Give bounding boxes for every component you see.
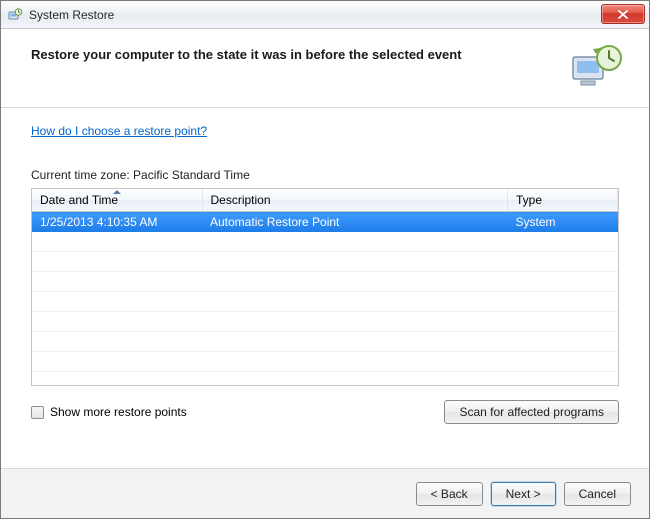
col-header-type[interactable]: Type: [508, 189, 618, 212]
restore-points-table: Date and Time Description Type 1/25/2013…: [31, 188, 619, 386]
scan-button[interactable]: Scan for affected programs: [444, 400, 619, 424]
table-row: [32, 332, 618, 352]
cell-datetime: 1/25/2013 4:10:35 AM: [32, 212, 202, 232]
cell-description: Automatic Restore Point: [202, 212, 508, 232]
col-header-datetime[interactable]: Date and Time: [32, 189, 202, 212]
table-row[interactable]: 1/25/2013 4:10:35 AM Automatic Restore P…: [32, 212, 618, 232]
show-more-checkbox[interactable]: Show more restore points: [31, 405, 187, 419]
cancel-button[interactable]: Cancel: [564, 482, 631, 506]
close-icon: [618, 10, 628, 19]
table-row: [32, 292, 618, 312]
footer-buttons: < Back Next > Cancel: [1, 468, 649, 518]
checkbox-icon: [31, 406, 44, 419]
cell-type: System: [508, 212, 618, 232]
titlebar: System Restore: [1, 1, 649, 29]
close-button[interactable]: [601, 4, 645, 24]
restore-illustration-icon: [569, 43, 625, 91]
window-title: System Restore: [29, 8, 114, 22]
header-area: Restore your computer to the state it wa…: [1, 29, 649, 108]
col-header-description[interactable]: Description: [202, 189, 508, 212]
next-button[interactable]: Next >: [491, 482, 556, 506]
show-more-label: Show more restore points: [50, 405, 187, 419]
system-restore-window: System Restore Restore your computer to …: [0, 0, 650, 519]
content-area: How do I choose a restore point? Current…: [1, 108, 649, 436]
below-table-row: Show more restore points Scan for affect…: [31, 400, 619, 424]
table-row: [32, 312, 618, 332]
table-row: [32, 352, 618, 372]
help-link[interactable]: How do I choose a restore point?: [31, 124, 207, 138]
system-restore-icon: [7, 7, 23, 23]
table-row: [32, 272, 618, 292]
table-row: [32, 252, 618, 272]
table-row: [32, 232, 618, 252]
timezone-label: Current time zone: Pacific Standard Time: [31, 168, 619, 182]
back-button[interactable]: < Back: [416, 482, 483, 506]
page-title: Restore your computer to the state it wa…: [31, 43, 462, 62]
